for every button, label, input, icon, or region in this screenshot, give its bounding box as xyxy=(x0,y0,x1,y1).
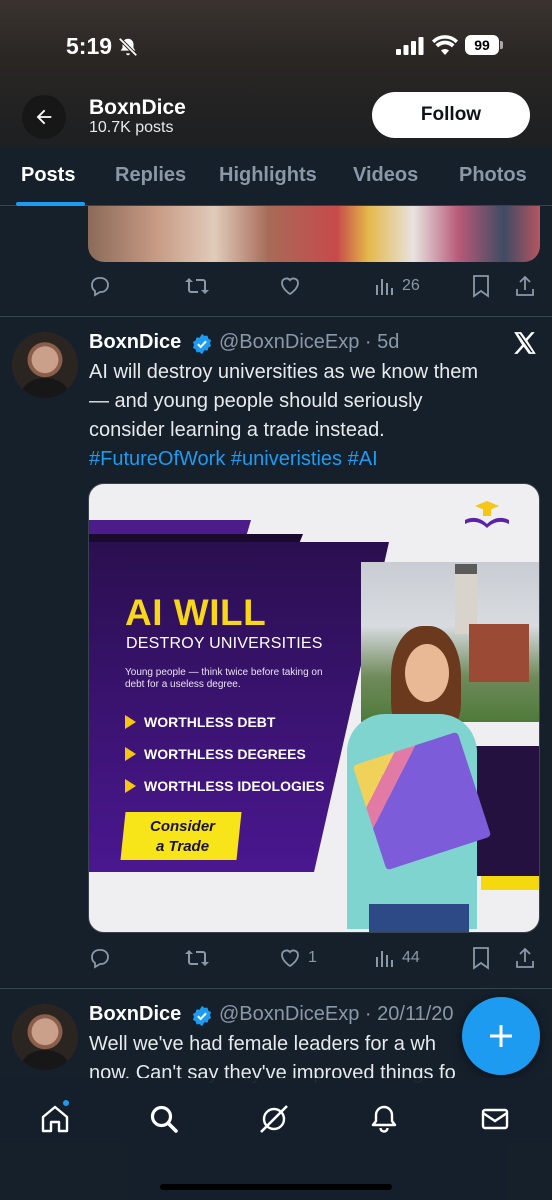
follow-button[interactable]: Follow xyxy=(372,92,530,138)
avatar[interactable] xyxy=(12,332,78,398)
views-icon xyxy=(376,951,393,967)
tweet-text-line: AI will destroy universities as we know … xyxy=(89,361,479,383)
retweet-icon xyxy=(185,278,209,294)
views-icon xyxy=(376,279,393,295)
bell-off-icon xyxy=(118,37,138,57)
nav-search[interactable] xyxy=(147,1102,181,1136)
like-count: 1 xyxy=(308,949,317,966)
tweet-handle-date: @BoxnDiceExp · 5d xyxy=(219,331,400,353)
home-indicator xyxy=(160,1184,392,1190)
media-subtitle: DESTROY UNIVERSITIES xyxy=(126,635,323,652)
like-button[interactable] xyxy=(278,271,302,301)
tweet-hashtags[interactable]: #FutureOfWork #univeristies #AI xyxy=(89,445,534,474)
post-divider xyxy=(0,316,552,317)
bottom-navigation xyxy=(0,1078,552,1200)
notifications-icon xyxy=(371,1105,397,1133)
tweet-handle-date: @BoxnDiceExp · 20/11/20 xyxy=(219,1003,454,1025)
x-logo-icon[interactable] xyxy=(512,330,538,356)
media-bullet: WORTHLESS DEGREES xyxy=(125,746,306,762)
verified-icon xyxy=(192,333,212,355)
reply-button[interactable] xyxy=(88,943,112,973)
nav-grok[interactable] xyxy=(257,1102,291,1136)
wifi-icon xyxy=(432,35,458,55)
avatar[interactable] xyxy=(12,1004,78,1070)
book-logo-icon xyxy=(465,501,509,528)
tweet-text-line: consider learning a trade instead. xyxy=(89,419,385,441)
like-icon xyxy=(281,277,299,296)
like-icon xyxy=(281,949,299,968)
tweet-author-name[interactable]: BoxnDice xyxy=(89,331,181,354)
retweet-button[interactable] xyxy=(184,943,210,973)
signal-icon xyxy=(396,37,424,55)
bookmark-button[interactable] xyxy=(470,943,492,973)
retweet-button[interactable] xyxy=(184,271,210,301)
tweet-text: AI will destroy universities as we know … xyxy=(89,358,534,474)
reply-icon xyxy=(91,277,109,297)
grok-icon xyxy=(260,1105,288,1133)
tweet-author-name[interactable]: BoxnDice xyxy=(89,1003,181,1026)
battery-icon: 99 xyxy=(465,35,503,55)
profile-name: BoxnDice xyxy=(89,96,186,119)
posts-count: 10.7K posts xyxy=(89,119,174,136)
views-button[interactable]: 26 xyxy=(374,271,420,301)
bookmark-icon xyxy=(473,947,489,970)
share-button[interactable] xyxy=(514,943,536,973)
media-bullet: WORTHLESS IDEOLOGIES xyxy=(125,778,324,794)
back-button[interactable] xyxy=(22,95,66,139)
share-button[interactable] xyxy=(514,271,536,301)
tab-highlights[interactable]: Highlights xyxy=(219,164,317,187)
reply-button[interactable] xyxy=(88,271,112,301)
profile-header: BoxnDice 10.7K posts Follow xyxy=(0,88,552,146)
views-count: 26 xyxy=(402,277,420,294)
status-bar: 5:19 99 xyxy=(0,0,552,90)
compose-button[interactable] xyxy=(462,997,540,1075)
plus-icon xyxy=(490,1025,512,1047)
previous-post-image[interactable] xyxy=(88,206,540,262)
profile-tabs: Posts Replies Highlights Videos Photos xyxy=(0,148,552,206)
tab-photos[interactable]: Photos xyxy=(459,164,527,187)
tab-videos[interactable]: Videos xyxy=(353,164,418,187)
post-divider xyxy=(0,988,552,989)
tab-posts[interactable]: Posts xyxy=(21,164,75,187)
reply-icon xyxy=(91,949,109,969)
previous-post-actions: 26 xyxy=(88,271,540,301)
home-notification-dot xyxy=(61,1098,71,1108)
bookmark-icon xyxy=(473,275,489,298)
verified-icon xyxy=(192,1005,212,1027)
status-time: 5:19 xyxy=(66,33,113,59)
views-button[interactable]: 44 xyxy=(374,943,420,973)
media-bullet: WORTHLESS DEBT xyxy=(125,714,275,730)
media-title: AI WILL xyxy=(125,592,267,633)
battery-level: 99 xyxy=(465,35,499,55)
media-cta-text: Consider a Trade xyxy=(149,818,215,855)
tweet-text-line: — and young people should seriously xyxy=(89,390,423,412)
bookmark-button[interactable] xyxy=(470,271,492,301)
tweet-actions: 1 44 xyxy=(88,943,540,973)
media-small-text: Young people — think twice before taking… xyxy=(125,667,323,690)
nav-messages[interactable] xyxy=(478,1102,512,1136)
tab-replies[interactable]: Replies xyxy=(115,164,186,187)
messages-icon xyxy=(481,1108,509,1130)
share-icon xyxy=(516,947,534,968)
views-count: 44 xyxy=(402,949,420,966)
retweet-icon xyxy=(185,950,209,966)
tweet-media-image[interactable]: AI WILL DESTROY UNIVERSITIES Young peopl… xyxy=(88,483,540,933)
search-icon xyxy=(150,1105,178,1133)
nav-notifications[interactable] xyxy=(367,1102,401,1136)
share-icon xyxy=(516,275,534,296)
active-tab-indicator xyxy=(16,202,85,206)
like-button[interactable]: 1 xyxy=(278,943,317,973)
back-arrow-icon xyxy=(36,109,52,125)
